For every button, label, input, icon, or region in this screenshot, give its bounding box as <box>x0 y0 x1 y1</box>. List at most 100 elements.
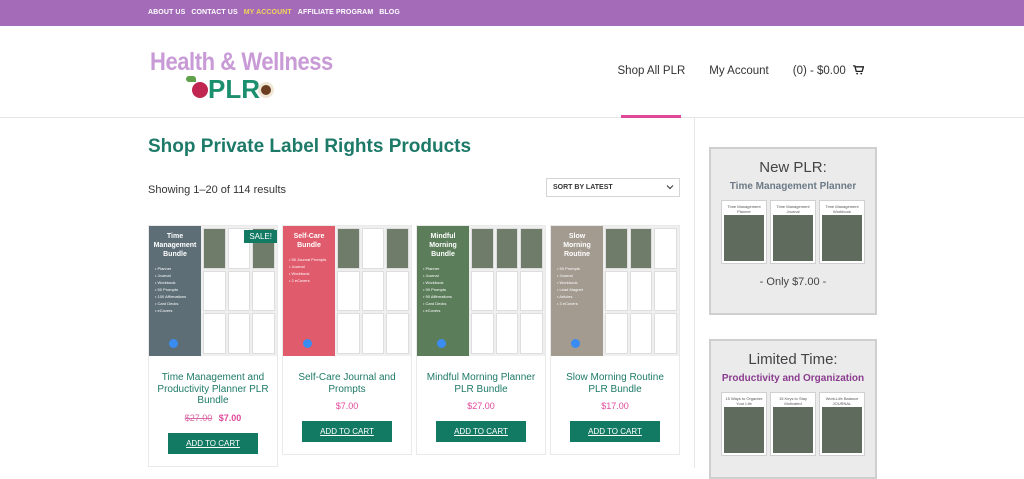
thumbnail-item: • Journal <box>289 264 305 269</box>
thumbnail-cover: Self-Care Bundle • 50 Journal Prompts • … <box>283 226 335 356</box>
promo-limited-time[interactable]: Limited Time: Productivity and Organizat… <box>709 339 877 479</box>
promo-image: 15 Ways to Organize Your Life <box>721 392 767 456</box>
topnav-about-us[interactable]: ABOUT US <box>148 9 185 16</box>
promo-image-label: 15 Ways to Organize Your Life <box>725 396 763 406</box>
nav-cart[interactable]: (0) - $0.00 <box>792 65 865 77</box>
top-bar: ABOUT US CONTACT US MY ACCOUNT AFFILIATE… <box>0 0 1024 26</box>
add-to-cart-button[interactable]: ADD TO CART <box>570 421 660 442</box>
add-to-cart-button[interactable]: ADD TO CART <box>168 432 258 454</box>
promo-heading: Limited Time: <box>748 351 838 368</box>
thumbnail-cover: Time Management Bundle • Planner • Journ… <box>149 226 201 356</box>
active-nav-indicator <box>621 115 681 118</box>
promo-image: Time Management Journal <box>770 200 816 264</box>
product-card: Mindful Morning Bundle • Planner • Journ… <box>416 225 546 455</box>
promo-heading: New PLR: <box>759 159 827 176</box>
promo-images: Time Management Planner Time Management … <box>711 200 875 264</box>
promo-image: Work-Life Balance JOURNAL <box>819 392 865 456</box>
logo-text-line1: Health & Wellness <box>150 48 333 76</box>
promo-image: 15 Keys to Stay Motivated <box>770 392 816 456</box>
promo-new-plr[interactable]: New PLR: Time Management Planner Time Ma… <box>709 147 877 315</box>
promo-image-label: Time Management Planner <box>727 204 761 214</box>
thumbnail-item: • Journal <box>423 273 439 278</box>
product-card: Slow Morning Routine • 50 Prompts • Jour… <box>550 225 680 455</box>
thumbnail-pages <box>603 226 679 356</box>
thumbnail-heading: Slow Morning Routine <box>563 233 591 258</box>
promo-image: Time Management Workbook <box>819 200 865 264</box>
regular-price: $7.00 <box>335 401 359 411</box>
thumbnail-cover: Mindful Morning Bundle • Planner • Journ… <box>417 226 469 356</box>
product-title[interactable]: Slow Morning Routine PLR Bundle <box>551 372 679 395</box>
thumbnail-item: • eCovers <box>155 308 173 313</box>
thumbnail-item: • Lead Magnet <box>557 287 583 292</box>
results-count: Showing 1–20 of 114 results <box>148 184 286 196</box>
product-title[interactable]: Mindful Morning Planner PLR Bundle <box>417 372 545 395</box>
thumbnail-list: • Planner • Journal • Workbook • 90 Prom… <box>421 265 465 314</box>
topnav-affiliate-program[interactable]: AFFILIATE PROGRAM <box>298 9 373 16</box>
fruit-icon <box>192 82 208 98</box>
thumbnail-heading: Time Management Bundle <box>153 233 197 258</box>
add-to-cart-button[interactable]: ADD TO CART <box>436 421 526 442</box>
topnav-my-account[interactable]: MY ACCOUNT <box>244 9 292 16</box>
regular-price: $27.00 <box>467 401 495 411</box>
sale-badge: SALE! <box>244 230 277 243</box>
thumbnail-list: • 50 Prompts • Journal • Workbook • Lead… <box>555 265 599 307</box>
thumbnail-item: • Workbook <box>155 280 176 285</box>
sort-select[interactable]: SORT BY LATEST <box>546 178 680 197</box>
promo-image-label: 15 Keys to Stay Motivated <box>778 396 807 406</box>
promo-subheading: Productivity and Organization <box>721 373 865 384</box>
thumbnail-item: • Articles <box>557 294 573 299</box>
thumbnail-heading: Self-Care Bundle <box>293 233 325 249</box>
thumbnail-item: • 3 eCovers <box>557 301 578 306</box>
product-title[interactable]: Time Management and Productivity Planner… <box>149 372 277 407</box>
chevron-down-icon <box>666 183 674 191</box>
thumbnail-item: • 50 Prompts <box>557 266 580 271</box>
product-thumbnail[interactable]: Mindful Morning Bundle • Planner • Journ… <box>417 226 545 356</box>
thumbnail-item: • Journal <box>155 273 171 278</box>
promo-subheading: Time Management Planner <box>729 181 857 192</box>
promo-image-label: Time Management Workbook <box>825 204 859 214</box>
product-thumbnail[interactable]: Time Management Bundle • Planner • Journ… <box>149 226 277 356</box>
thumbnail-pages <box>469 226 545 356</box>
product-price: $27.00 $7.00 <box>149 413 277 423</box>
thumbnail-item: • 2 eCovers <box>289 278 310 283</box>
top-nav: ABOUT US CONTACT US MY ACCOUNT AFFILIATE… <box>148 9 400 16</box>
thumbnail-item: • Planner <box>155 266 172 271</box>
shopping-cart-icon <box>853 65 865 75</box>
thumbnail-item: • 50 Journal Prompts <box>289 257 327 262</box>
product-card: Time Management Bundle • Planner • Journ… <box>148 225 278 467</box>
site-logo[interactable]: Health & Wellness PLR <box>150 48 333 104</box>
nav-my-account[interactable]: My Account <box>709 65 768 77</box>
nav-shop-all-plr[interactable]: Shop All PLR <box>618 65 686 77</box>
thumbnail-item: • Card Decks <box>423 301 447 306</box>
cart-summary: (0) - $0.00 <box>792 65 846 77</box>
canva-icon <box>437 339 446 348</box>
thumbnail-item: • 90 Prompts <box>423 287 446 292</box>
promo-image-label: Work-Life Balance JOURNAL <box>825 396 859 406</box>
canva-icon <box>303 339 312 348</box>
thumbnail-item: • 50 Prompts <box>155 287 178 292</box>
thumbnail-cover: Slow Morning Routine • 50 Prompts • Jour… <box>551 226 603 356</box>
promo-image-label: Time Management Journal <box>776 204 810 214</box>
sale-price: $7.00 <box>218 412 242 423</box>
main-nav: Shop All PLR My Account (0) - $0.00 <box>618 65 865 77</box>
add-to-cart-button[interactable]: ADD TO CART <box>302 421 392 442</box>
product-price: $17.00 <box>551 401 679 411</box>
thumbnail-item: • 100 Affirmations <box>155 294 187 299</box>
thumbnail-item: • 90 Affirmations <box>423 294 452 299</box>
product-price: $7.00 <box>283 401 411 411</box>
product-thumbnail[interactable]: Slow Morning Routine • 50 Prompts • Jour… <box>551 226 679 356</box>
topnav-blog[interactable]: BLOG <box>379 9 400 16</box>
original-price: $27.00 <box>184 412 213 423</box>
topnav-contact-us[interactable]: CONTACT US <box>191 9 237 16</box>
site-header: Health & Wellness PLR Shop All PLR My Ac… <box>0 26 1024 118</box>
thumbnail-list: • 50 Journal Prompts • Journal • Workboo… <box>287 256 331 284</box>
product-thumbnail[interactable]: Self-Care Bundle • 50 Journal Prompts • … <box>283 226 411 356</box>
thumbnail-item: • Planner <box>423 266 440 271</box>
sidebar-divider <box>694 118 695 468</box>
thumbnail-item: • Workbook <box>423 280 444 285</box>
product-card: Self-Care Bundle • 50 Journal Prompts • … <box>282 225 412 455</box>
product-title[interactable]: Self-Care Journal and Prompts <box>283 372 411 395</box>
thumbnail-pages <box>201 226 277 356</box>
regular-price: $17.00 <box>601 401 629 411</box>
leaf-icon <box>186 76 196 82</box>
